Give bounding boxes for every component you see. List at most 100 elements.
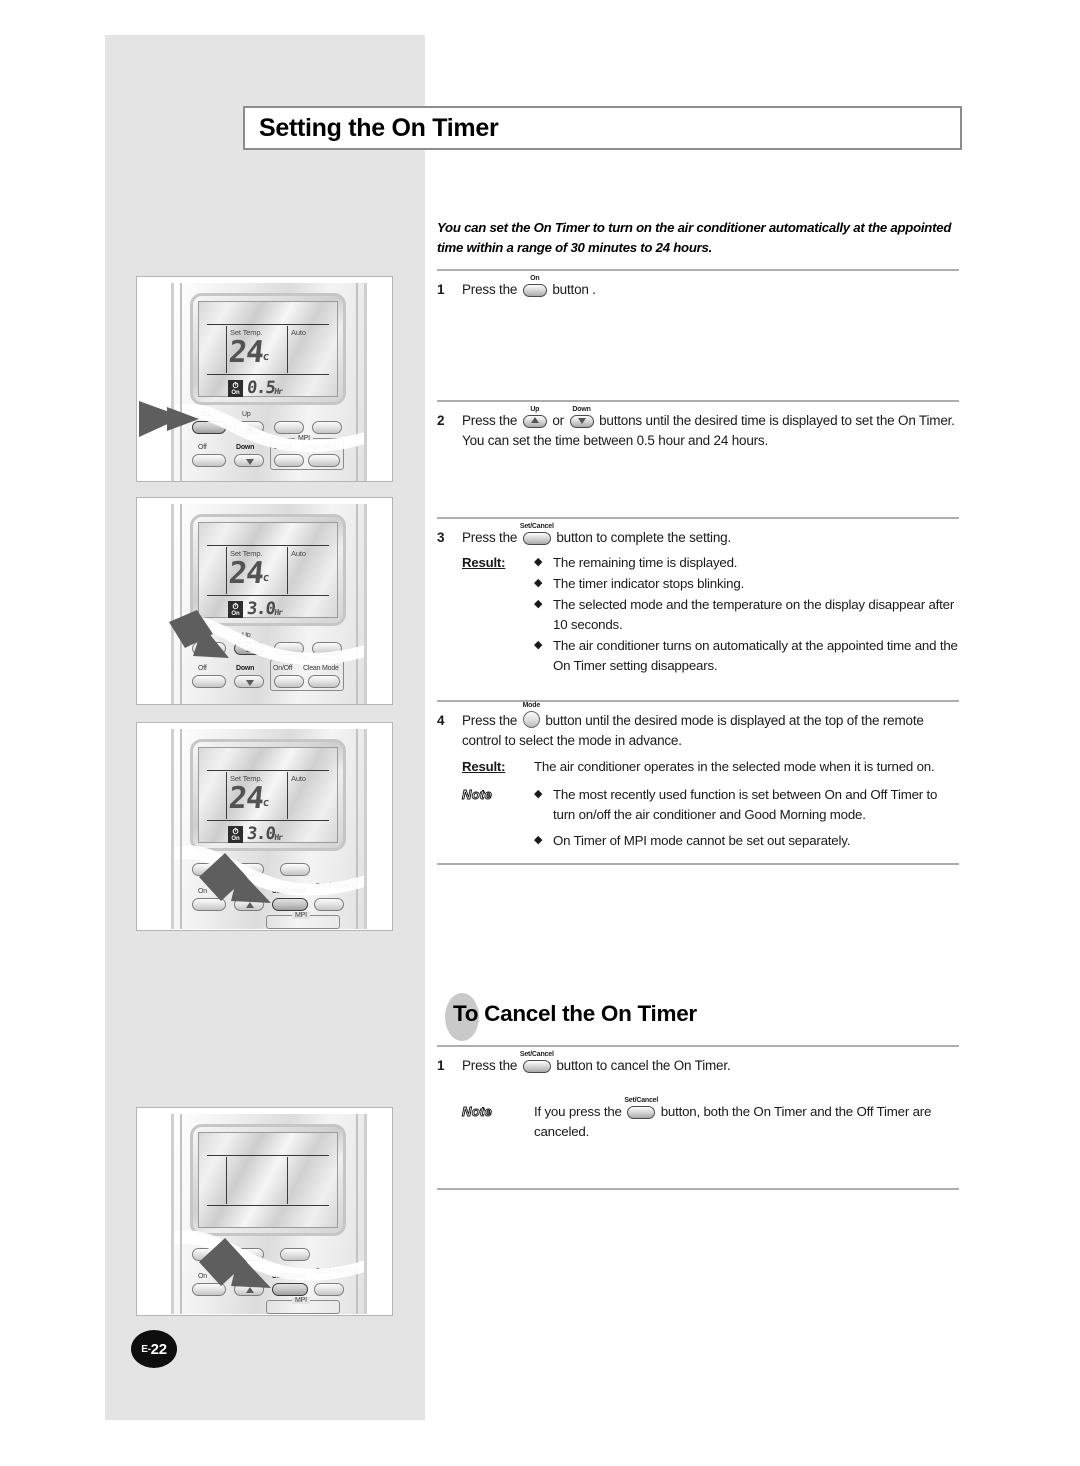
result-block: Result: ◆ The remaining time is displayed… [462,553,962,677]
lcd-display: Set Temp. Auto 24c ⏱ On 0.5Hr [198,301,338,398]
figure-press-set-cancel-button: Set Temp. Auto 24c ⏱ On 3.0Hr On Set/Can… [136,722,393,931]
result-label: Result: [462,758,506,774]
divider [437,1187,959,1190]
remote-button-off[interactable] [192,454,226,467]
remote-button-down[interactable] [234,454,264,467]
step-text: Press the Set/Cancel button to complete … [462,523,962,698]
cancel-section-heading: To Cancel the On Timer [437,989,962,1045]
remote-button-fan[interactable] [234,1248,264,1261]
set-cancel-button-icon: Set/Cancel [624,1097,658,1120]
remote-button-mpi-clean-mode[interactable] [308,454,340,467]
remote-label-on: On [198,1273,207,1280]
intro-paragraph: You can set the On Timer to turn on the … [437,220,952,256]
lcd-temperature: 24c [227,781,271,816]
step-text-before: Press the [462,281,518,297]
lcd-timer-value: 0.5Hr [245,378,283,398]
main-content: You can set the On Timer to turn on the … [437,218,962,1190]
result-list: ◆ The remaining time is displayed. ◆ The t… [534,553,962,677]
remote-button-set-cancel[interactable] [272,898,308,911]
remote-label-mpi: MPI [295,435,313,442]
lcd-display [198,1132,338,1228]
up-button-icon: Up [522,406,547,428]
remote-button-fan[interactable] [234,863,264,876]
remote-button-on[interactable] [192,898,226,911]
on-button-icon: On [522,275,547,297]
remote-button-blank-1[interactable] [280,863,310,876]
cancel-step-1: 1 Press the Set/Cancel button to cancel … [437,1047,962,1188]
remote-label-clean-mode: Clean Mode [303,444,339,451]
remote-label-clean-mode: Clean Mode [303,665,339,672]
remote-button-on[interactable] [192,421,226,434]
remote-button-blank-1[interactable] [280,1248,310,1261]
result-label: Result: [462,555,506,571]
page-title-box: Setting the On Timer [243,106,962,150]
remote-button-blank-2[interactable] [312,421,342,434]
remote-button-on[interactable] [192,1283,226,1296]
note-block: Note ◆ The most recently used function is… [462,785,962,852]
remote-button-panel: Up MPI Off Down On/Off Clean Mode [190,632,346,696]
remote-button-up[interactable] [234,421,264,434]
lcd-timer-on-icon: ⏱ On [228,380,243,397]
figure-press-on-button: Set Temp. Auto 24c ⏱ On 0.5Hr On Up MPI … [136,276,393,482]
step-number: 1 [437,281,445,297]
page-number: 22 [150,1340,167,1358]
remote-button-set-cancel[interactable] [272,1283,308,1296]
diamond-bullet-icon: ◆ [534,833,543,846]
step-text-after: button to complete the setting. [556,529,732,545]
note-text: If you press the Set/Cancel button, both… [534,1097,962,1142]
remote-control-illustration: Set Temp. Auto 24c ⏱ On 3.0Hr On Set/Can… [171,729,367,929]
lcd-mode-label: Auto [291,774,306,783]
figure-press-up-button: Set Temp. Auto 24c ⏱ On 3.0Hr Up MPI Off… [136,497,393,705]
lcd-mode-label: Auto [291,328,306,337]
result-text: The air conditioner operates in the sele… [534,758,935,774]
remote-label-off: Off [198,444,207,451]
remote-button-blank-1[interactable] [274,642,304,655]
step-number: 1 [437,1057,445,1073]
remote-button-mpi-clean-mode[interactable] [308,675,340,688]
remote-button-blank-2[interactable] [312,642,342,655]
remote-label-down: Down [236,444,255,451]
remote-button-up[interactable] [234,1283,264,1296]
result-item: ◆ The timer indicator stops blinking. [534,574,962,594]
result-block: Result: The air conditioner operates in … [462,757,962,777]
step-number: 3 [437,529,445,545]
note-list: ◆ The most recently used function is set … [534,785,962,852]
step-text: Press the Set/Cancel button to cancel th… [462,1051,962,1186]
remote-button-power[interactable] [192,1248,226,1261]
remote-button-panel: On Set/Cancel Good Morning MPI [190,1242,357,1314]
remote-control-illustration: Set Temp. Auto 24c ⏱ On 3.0Hr Up MPI Off… [171,504,367,704]
step-2: 2 Press the Up or Down buttons until the… [437,402,962,517]
remote-button-good-morning[interactable] [314,898,344,911]
remote-button-mpi-onoff[interactable] [274,675,304,688]
diamond-bullet-icon: ◆ [534,639,543,652]
step-text-before: Press the [462,529,518,545]
remote-button-blank-1[interactable] [274,421,304,434]
remote-button-on[interactable] [192,642,226,655]
note-label: Note [462,787,493,803]
remote-button-up[interactable] [234,898,264,911]
diamond-bullet-icon: ◆ [534,556,543,569]
note-block: Note If you press the Set/Cancel button,… [462,1097,962,1142]
note-item: ◆ The most recently used function is set … [534,785,962,825]
lcd-display: Set Temp. Auto 24c ⏱ On 3.0Hr [198,747,338,844]
note-text-before: If you press the [534,1104,622,1120]
step-3: 3 Press the Set/Cancel button to complet… [437,519,962,700]
remote-label-down: Down [236,665,255,672]
step-text-before: Press the [462,712,518,728]
remote-button-off[interactable] [192,675,226,688]
remote-button-good-morning[interactable] [314,1283,344,1296]
remote-label-set-cancel: Set/Cancel [272,1273,306,1280]
result-item: ◆ The remaining time is displayed. [534,553,962,573]
remote-button-power[interactable] [192,863,226,876]
lcd-display: Set Temp. Auto 24c ⏱ On 3.0Hr [198,522,338,619]
diamond-bullet-icon: ◆ [534,577,543,590]
lcd-frame: Set Temp. Auto 24c ⏱ On 0.5Hr [190,293,346,405]
remote-button-panel: On Up MPI Off Down On/Off Clean Mode [190,411,346,475]
step-4: 4 Press the Mode button until the desire… [437,702,962,863]
remote-button-mpi-onoff[interactable] [274,454,304,467]
diamond-bullet-icon: ◆ [534,598,543,611]
cancel-section-title: To Cancel the On Timer [453,1000,697,1026]
remote-button-down[interactable] [234,675,264,688]
remote-button-up[interactable] [234,642,264,655]
step-number: 4 [437,712,445,728]
